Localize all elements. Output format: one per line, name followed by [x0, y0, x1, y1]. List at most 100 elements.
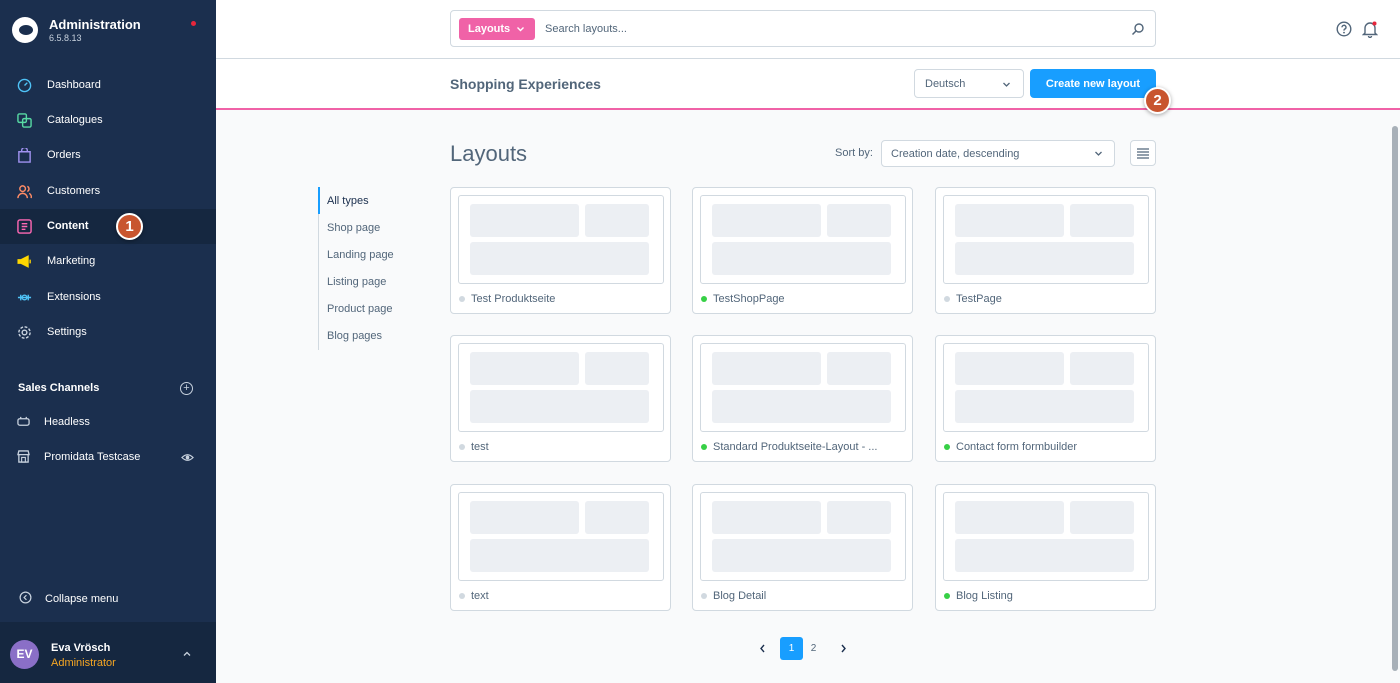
chevron-down-icon: [1003, 82, 1010, 87]
layout-card[interactable]: text: [450, 484, 671, 611]
search-type-label: Layouts: [468, 23, 511, 35]
type-filter-list: All types Shop page Landing page Listing…: [318, 187, 428, 350]
nav-item-settings[interactable]: Settings: [0, 315, 216, 350]
create-new-layout-button[interactable]: Create new layout: [1030, 69, 1156, 98]
status-indicator: [701, 593, 707, 599]
layout-card[interactable]: TestPage: [935, 187, 1156, 314]
filter-product-page[interactable]: Product page: [327, 303, 392, 315]
chevron-up-icon[interactable]: [182, 649, 192, 659]
layout-name: test: [471, 441, 489, 453]
listing-title: Layouts: [450, 141, 528, 166]
app-title: Administration: [49, 17, 141, 32]
layout-preview: [943, 492, 1149, 581]
customers-icon: [17, 185, 32, 199]
layout-name: Test Produktseite: [471, 293, 556, 305]
global-search: Layouts: [450, 10, 1156, 47]
nav-item-label: Settings: [47, 326, 87, 338]
layout-preview: [458, 195, 664, 284]
nav-item-content[interactable]: Content: [0, 209, 216, 244]
layout-card[interactable]: TestShopPage: [692, 187, 913, 314]
collapse-menu-label: Collapse menu: [45, 593, 119, 605]
layout-card[interactable]: Blog Detail: [692, 484, 913, 611]
eye-icon[interactable]: [181, 451, 194, 464]
status-indicator: [459, 593, 465, 599]
layout-name: TestPage: [956, 293, 1002, 305]
sort-value: Creation date, descending: [891, 148, 1020, 160]
layout-preview: [700, 195, 906, 284]
layout-name: Contact form formbuilder: [956, 441, 1078, 453]
collapse-icon: [19, 591, 32, 604]
layout-name: TestShopPage: [713, 293, 785, 305]
app-version: 6.5.8.13: [49, 33, 82, 43]
layout-name: Blog Listing: [956, 590, 1013, 602]
nav-item-dashboard[interactable]: Dashboard: [0, 68, 216, 103]
nav-item-label: Extensions: [47, 291, 101, 303]
sales-channels-heading: Sales Channels: [18, 382, 100, 394]
layout-card[interactable]: Standard Produktseite-Layout - ...: [692, 335, 913, 462]
nav-item-marketing[interactable]: Marketing: [0, 244, 216, 279]
step-badge-2: 2: [1144, 87, 1171, 114]
search-type-selector[interactable]: Layouts: [459, 18, 535, 40]
brand-header[interactable]: Administration 6.5.8.13: [0, 0, 216, 58]
help-icon[interactable]: [1336, 21, 1352, 37]
layout-preview: [943, 195, 1149, 284]
nav-item-customers[interactable]: Customers: [0, 174, 216, 209]
sales-channel-headless[interactable]: Headless: [0, 407, 216, 437]
sales-channel-promidata[interactable]: Promidata Testcase: [0, 442, 216, 472]
layout-card[interactable]: test: [450, 335, 671, 462]
page-1-button[interactable]: 1: [780, 637, 803, 660]
sort-label: Sort by:: [835, 147, 873, 159]
status-indicator: [459, 296, 465, 302]
status-indicator: [944, 444, 950, 450]
shopware-logo-icon: [12, 17, 38, 43]
user-profile[interactable]: EV Eva Vrösch Administrator: [0, 622, 216, 683]
add-sales-channel-icon[interactable]: +: [180, 382, 193, 395]
layout-name: Blog Detail: [713, 590, 767, 602]
layout-card[interactable]: Blog Listing: [935, 484, 1156, 611]
sales-channel-label: Promidata Testcase: [44, 451, 141, 463]
status-indicator: [701, 444, 707, 450]
sales-channel-label: Headless: [44, 416, 90, 428]
status-indicator: [944, 593, 950, 599]
status-indicator: [459, 444, 465, 450]
chevron-down-icon: [517, 27, 524, 32]
nav-item-orders[interactable]: Orders: [0, 138, 216, 173]
layout-card[interactable]: Test Produktseite: [450, 187, 671, 314]
extensions-icon: [17, 294, 32, 301]
filter-all-types[interactable]: All types: [327, 195, 369, 207]
nav-item-extensions[interactable]: Extensions: [0, 280, 216, 315]
layout-card[interactable]: Contact form formbuilder: [935, 335, 1156, 462]
scrollbar-thumb[interactable]: [1392, 126, 1398, 671]
marketing-icon: [17, 255, 31, 268]
user-name: Eva Vrösch: [51, 642, 111, 654]
content-scrollbar[interactable]: [1390, 112, 1400, 683]
layout-name: Standard Produktseite-Layout - ...: [713, 441, 878, 453]
orders-icon: [18, 148, 31, 163]
nav-item-label: Orders: [47, 149, 81, 161]
next-page-icon[interactable]: [832, 637, 855, 660]
filter-listing-page[interactable]: Listing page: [327, 276, 386, 288]
search-icon[interactable]: [1131, 22, 1145, 36]
nav-item-catalogues[interactable]: Catalogues: [0, 103, 216, 138]
sort-select[interactable]: Creation date, descending: [881, 140, 1115, 167]
filter-shop-page[interactable]: Shop page: [327, 222, 380, 234]
filter-blog-pages[interactable]: Blog pages: [327, 330, 382, 342]
topbar: Layouts: [216, 0, 1400, 59]
previous-page-icon[interactable]: [751, 637, 774, 660]
collapse-menu-button[interactable]: Collapse menu: [0, 588, 216, 610]
nav-item-label: Marketing: [47, 255, 96, 267]
search-input[interactable]: [545, 20, 1105, 38]
storefront-icon: [17, 450, 30, 463]
view-toggle-button[interactable]: [1130, 140, 1156, 166]
status-indicator: [944, 296, 950, 302]
layout-name: text: [471, 590, 489, 602]
page-2-button[interactable]: 2: [802, 637, 825, 660]
filter-landing-page[interactable]: Landing page: [327, 249, 394, 261]
page-title: Shopping Experiences: [450, 76, 601, 92]
bell-icon[interactable]: [1362, 20, 1378, 38]
language-switch[interactable]: Deutsch: [914, 69, 1024, 98]
layout-preview: [943, 343, 1149, 432]
nav-item-label: Dashboard: [47, 79, 101, 91]
catalogue-icon: [17, 113, 32, 128]
smart-bar: Shopping Experiences Deutsch Create new …: [216, 59, 1400, 110]
